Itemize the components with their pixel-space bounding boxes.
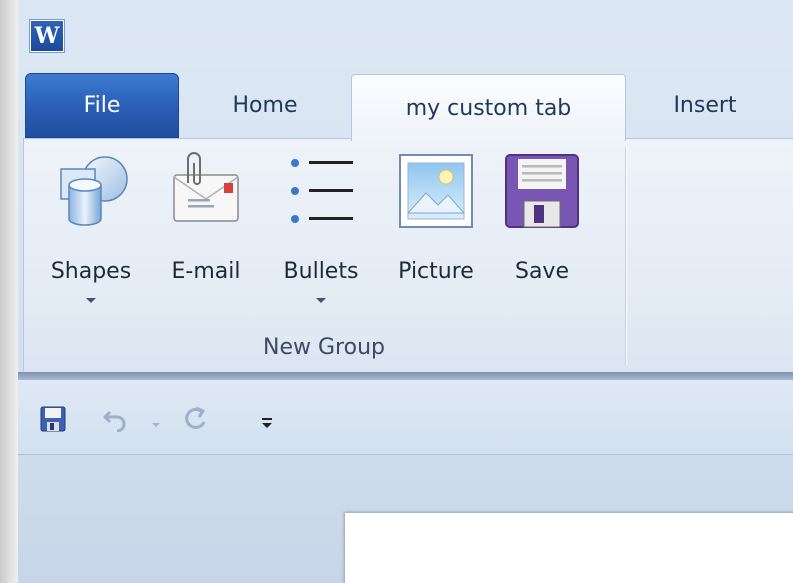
ribbon-divider	[18, 372, 793, 380]
save-icon[interactable]	[40, 406, 66, 432]
save-icon	[502, 151, 582, 231]
tab-insert[interactable]: Insert	[630, 72, 780, 138]
document-area	[18, 455, 793, 583]
tab-label: Insert	[673, 92, 737, 118]
ribbon-panel: Shapes E-mail Bullets Picture Save New G…	[23, 138, 793, 372]
tab-label: File	[83, 93, 121, 118]
picture-button[interactable]: Picture	[385, 151, 487, 331]
tab-file[interactable]: File	[25, 73, 179, 138]
word-window: W File Home my custom tab Insert Shapes …	[0, 0, 793, 583]
button-label: E-mail	[171, 259, 241, 284]
tab-home[interactable]: Home	[190, 72, 340, 138]
document-page[interactable]	[345, 513, 793, 583]
bullets-icon	[281, 151, 361, 231]
picture-icon	[396, 151, 476, 231]
button-label: Picture	[398, 259, 474, 284]
tab-my-custom-tab[interactable]: my custom tab	[351, 74, 626, 141]
email-button[interactable]: E-mail	[160, 151, 252, 331]
window-edge	[0, 0, 18, 583]
dropdown-arrow-icon[interactable]	[86, 298, 96, 303]
redo-icon[interactable]	[182, 406, 208, 432]
button-label: Bullets	[283, 259, 359, 284]
tab-label: Home	[232, 92, 298, 118]
word-app-icon[interactable]: W	[29, 19, 65, 53]
title-bar	[18, 0, 793, 70]
ribbon-group-label: New Group	[263, 335, 385, 360]
bullets-button[interactable]: Bullets	[267, 151, 375, 331]
email-icon	[166, 151, 246, 231]
shapes-icon	[51, 151, 131, 231]
tab-label: my custom tab	[405, 95, 572, 121]
undo-icon[interactable]	[102, 406, 128, 433]
button-label: Save	[514, 259, 569, 284]
group-separator	[625, 147, 626, 365]
quick-access-toolbar	[18, 380, 793, 455]
save-button[interactable]: Save	[505, 151, 579, 331]
dropdown-arrow-icon[interactable]	[316, 298, 326, 303]
button-label: Shapes	[50, 259, 132, 284]
customize-toolbar-icon[interactable]	[260, 414, 274, 440]
undo-dropdown-icon[interactable]	[151, 414, 161, 440]
shapes-button[interactable]: Shapes	[38, 151, 144, 331]
